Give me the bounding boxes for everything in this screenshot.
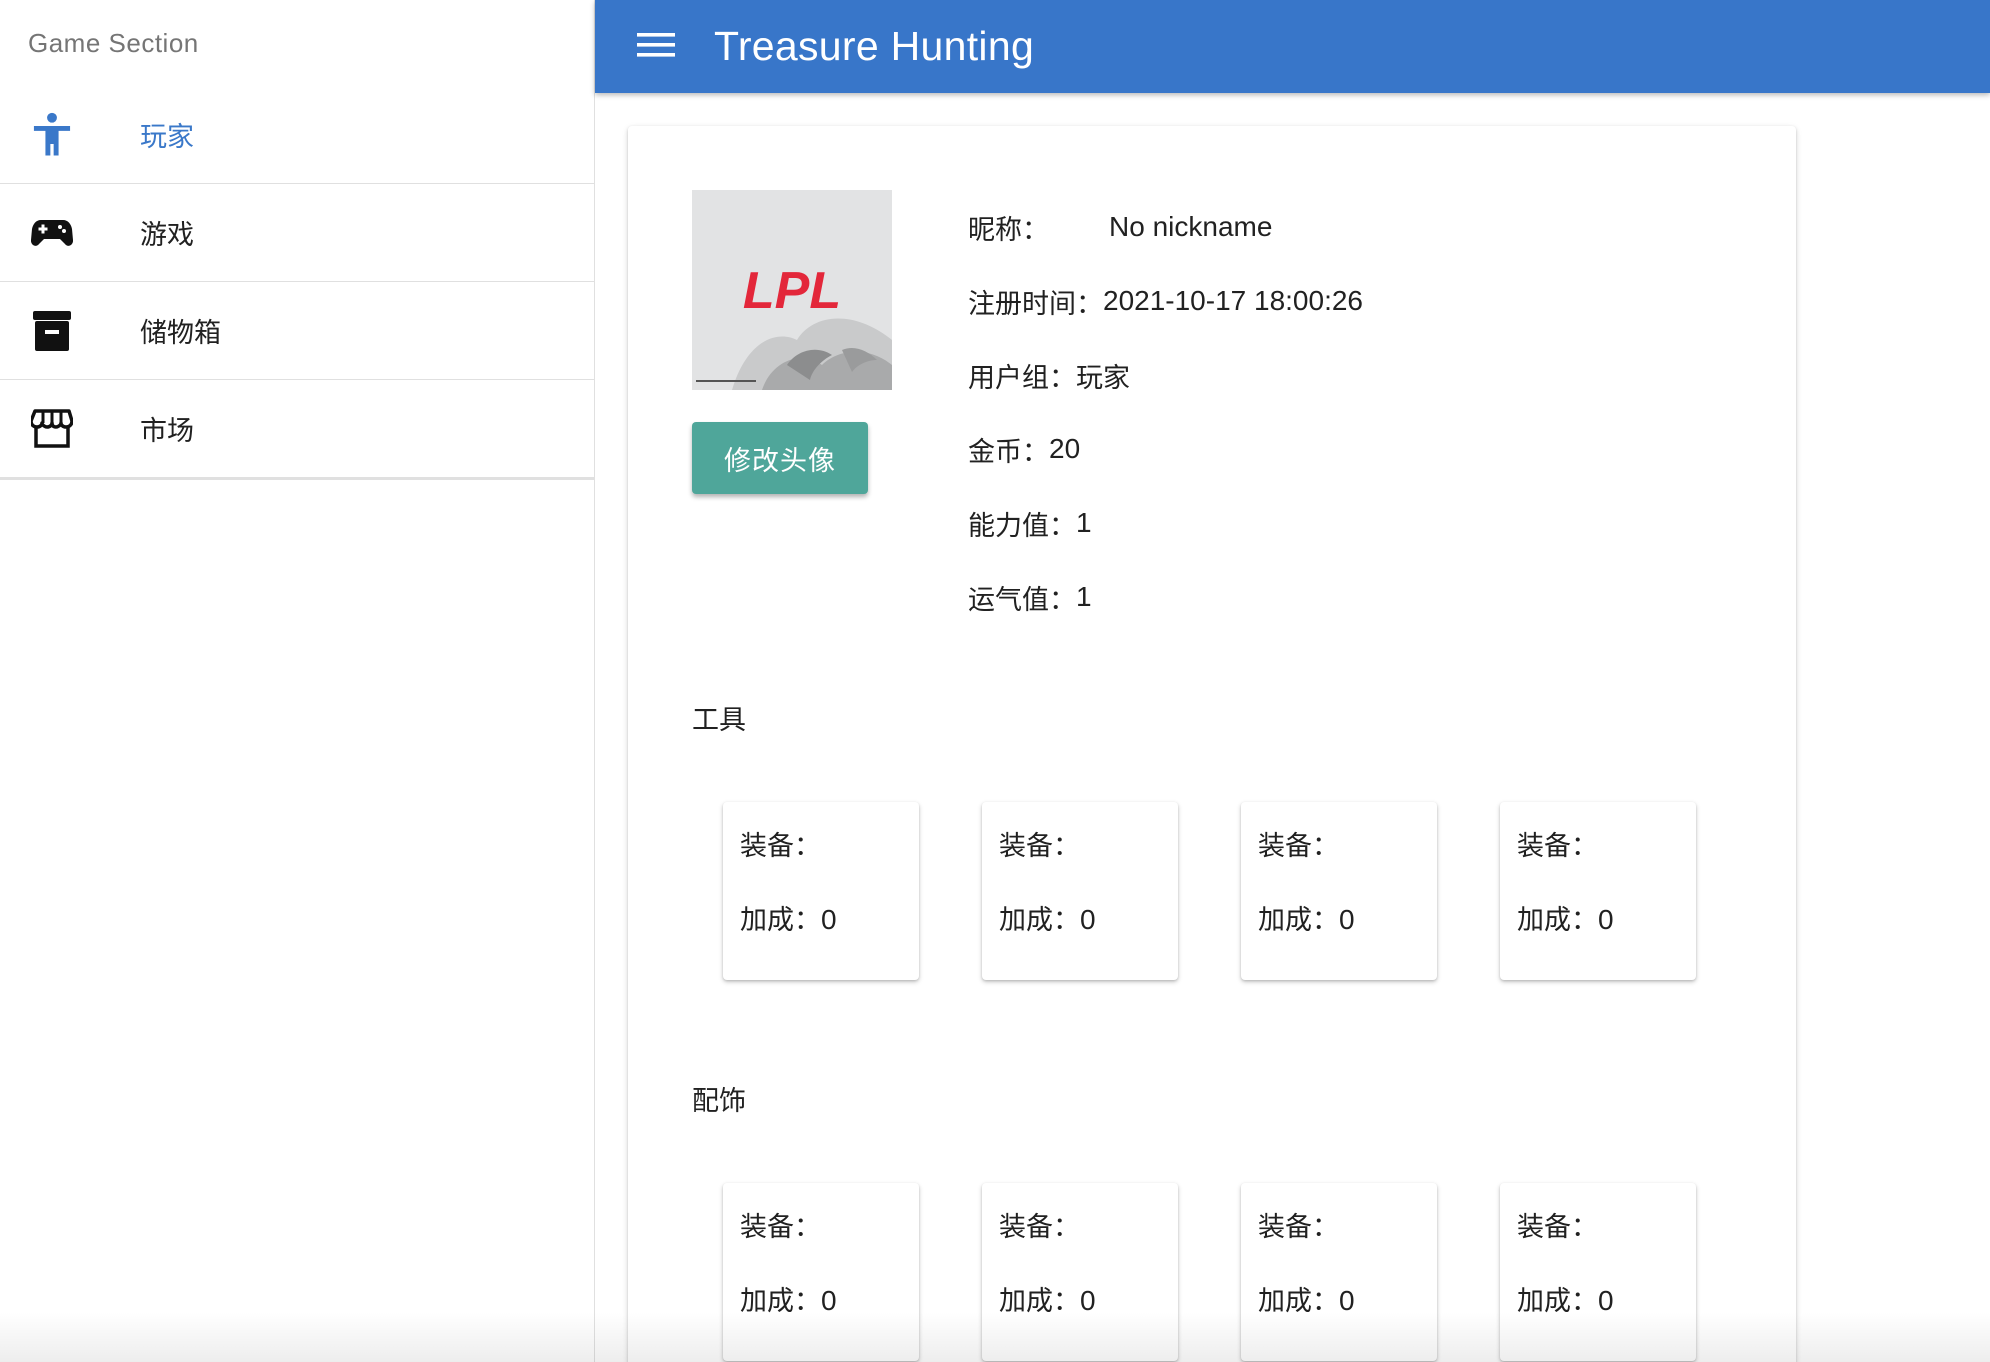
tool-slot-2[interactable]: 装备： 加成：0 [982, 802, 1178, 980]
bonus-label: 加成： [740, 905, 821, 936]
bonus-value: 0 [1339, 904, 1355, 935]
sidebar-item-label: 游戏 [140, 220, 194, 251]
ability-label: 能力值： [968, 510, 1076, 542]
accessories-section-title: 配饰 [692, 1086, 746, 1117]
bonus-line: 加成：0 [1258, 1279, 1355, 1318]
menu-icon [637, 31, 675, 63]
equip-label: 装备： [1258, 1212, 1339, 1243]
sidebar-title: Game Section [28, 28, 199, 58]
bonus-line: 加成：0 [740, 898, 837, 937]
archive-icon [26, 305, 78, 357]
ability-value: 1 [1076, 507, 1092, 538]
bonus-label: 加成： [999, 1286, 1080, 1317]
sidebar-item-market[interactable]: 市场 [0, 380, 594, 480]
register-time-value: 2021-10-17 18:00:26 [1103, 285, 1363, 316]
luck-value: 1 [1076, 581, 1092, 612]
nickname-label: 昵称： [968, 214, 1049, 246]
nickname-value: No nickname [1109, 211, 1273, 242]
avatar: LPL [692, 190, 892, 390]
ability-row: 能力值： 1 [968, 486, 1363, 560]
bonus-label: 加成： [1517, 905, 1598, 936]
bonus-line: 加成：0 [740, 1279, 837, 1318]
accessory-slot-3[interactable]: 装备： 加成：0 [1241, 1183, 1437, 1361]
equip-label: 装备： [1517, 1212, 1598, 1243]
sidebar-item-label: 储物箱 [140, 318, 221, 349]
accessory-slot-1[interactable]: 装备： 加成：0 [723, 1183, 919, 1361]
equip-label: 装备： [999, 1212, 1080, 1243]
coins-row: 金币： 20 [968, 412, 1363, 486]
avatar-logo: LPL [743, 262, 841, 320]
bonus-value: 0 [1598, 904, 1614, 935]
equip-label: 装备： [1517, 831, 1598, 862]
bonus-line: 加成：0 [999, 1279, 1096, 1318]
bonus-label: 加成： [1517, 1286, 1598, 1317]
bonus-value: 0 [1080, 904, 1096, 935]
tool-slot-3[interactable]: 装备： 加成：0 [1241, 802, 1437, 980]
bonus-line: 加成：0 [1517, 898, 1614, 937]
tool-slot-1[interactable]: 装备： 加成：0 [723, 802, 919, 980]
register-time-row: 注册时间： 2021-10-17 18:00:26 [968, 264, 1363, 338]
menu-button[interactable] [628, 19, 684, 75]
bonus-label: 加成： [1258, 905, 1339, 936]
equip-label: 装备： [999, 831, 1080, 862]
bonus-line: 加成：0 [999, 898, 1096, 937]
storefront-icon [26, 403, 78, 455]
user-group-row: 用户组： 玩家 [968, 338, 1363, 412]
bonus-line: 加成：0 [1258, 898, 1355, 937]
user-group-label: 用户组： [968, 362, 1076, 394]
app-bar: Treasure Hunting [595, 0, 1990, 93]
profile-card: LPL 修改头像 昵称： No nickname 注册时间： 2021-10-1… [628, 126, 1796, 1362]
app-root: Game Section 玩家 游戏 储物箱 市场 Treasure Hunti… [0, 0, 1990, 1362]
coins-value: 20 [1049, 433, 1081, 464]
tool-slot-4[interactable]: 装备： 加成：0 [1500, 802, 1696, 980]
app-title: Treasure Hunting [714, 23, 1035, 69]
equip-label: 装备： [1258, 831, 1339, 862]
bonus-label: 加成： [740, 1286, 821, 1317]
bonus-label: 加成： [1258, 1286, 1339, 1317]
bonus-value: 0 [821, 904, 837, 935]
accessory-slot-4[interactable]: 装备： 加成：0 [1500, 1183, 1696, 1361]
change-avatar-button[interactable]: 修改头像 [692, 422, 868, 494]
nickname-row: 昵称： No nickname [968, 190, 1363, 264]
bonus-label: 加成： [999, 905, 1080, 936]
bonus-line: 加成：0 [1517, 1279, 1614, 1318]
tools-section-title: 工具 [692, 705, 746, 736]
equip-label: 装备： [740, 831, 821, 862]
sidebar: Game Section 玩家 游戏 储物箱 市场 [0, 0, 595, 1362]
gamepad-icon [26, 207, 78, 259]
user-group-value: 玩家 [1076, 362, 1130, 394]
sidebar-item-label: 玩家 [140, 122, 194, 153]
sidebar-item-storage[interactable]: 储物箱 [0, 282, 594, 380]
accessibility-icon [26, 109, 78, 161]
bonus-value: 0 [1339, 1285, 1355, 1316]
luck-row: 运气值： 1 [968, 560, 1363, 634]
coins-label: 金币： [968, 436, 1049, 468]
register-time-label: 注册时间： [968, 288, 1103, 320]
luck-label: 运气值： [968, 584, 1076, 616]
profile-info: 昵称： No nickname 注册时间： 2021-10-17 18:00:2… [968, 190, 1363, 634]
bonus-value: 0 [821, 1285, 837, 1316]
bonus-value: 0 [1598, 1285, 1614, 1316]
accessory-slot-2[interactable]: 装备： 加成：0 [982, 1183, 1178, 1361]
equip-label: 装备： [740, 1212, 821, 1243]
bonus-value: 0 [1080, 1285, 1096, 1316]
sidebar-item-label: 市场 [140, 416, 194, 447]
sidebar-item-player[interactable]: 玩家 [0, 86, 594, 184]
sidebar-item-game[interactable]: 游戏 [0, 184, 594, 282]
